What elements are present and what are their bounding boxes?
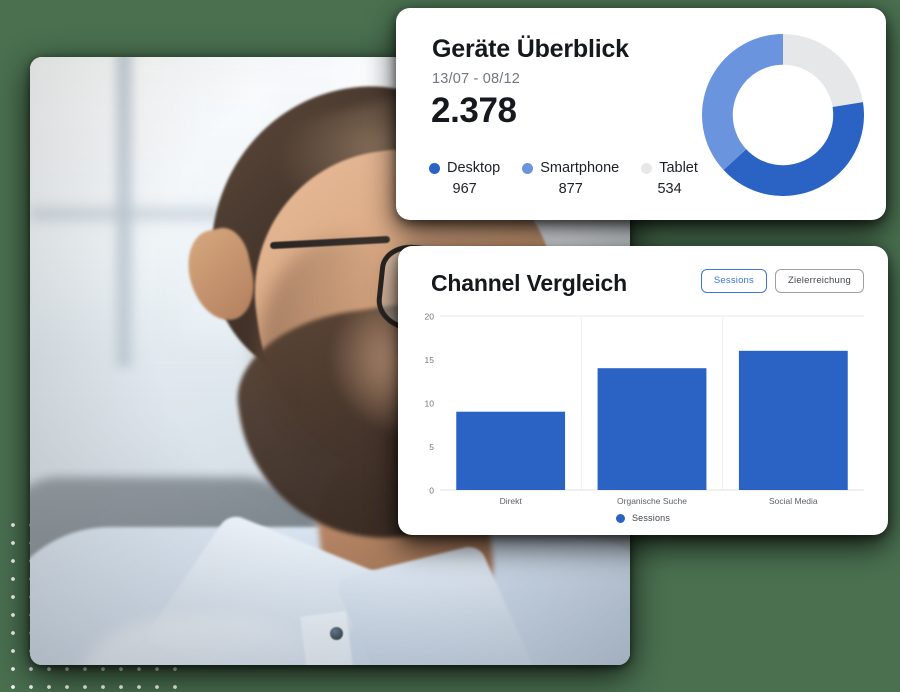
y-axis-tick-label: 10 xyxy=(425,399,435,409)
legend-dot-icon xyxy=(641,162,653,174)
sessions-toggle-button[interactable]: Sessions xyxy=(700,269,767,293)
legend-dot-icon xyxy=(429,162,440,174)
channel-chart-legend[interactable]: Sessions xyxy=(398,513,888,523)
legend-label: Tablet xyxy=(659,160,698,176)
devices-overview-card: Geräte Überblick 13/07 - 08/12 2.378 Des… xyxy=(396,8,886,220)
legend-value: 967 xyxy=(452,181,477,197)
legend-value: 534 xyxy=(657,181,682,197)
devices-donut-chart xyxy=(702,34,864,196)
channel-comparison-card: Channel Vergleich Sessions Zielerreichun… xyxy=(398,246,888,535)
x-axis-tick-label: Organische Suche xyxy=(617,496,687,506)
bar-social-media[interactable] xyxy=(738,350,848,490)
legend-item-tablet[interactable]: Tablet 534 xyxy=(641,160,698,197)
screenshot-stage: Geräte Überblick 13/07 - 08/12 2.378 Des… xyxy=(0,0,900,692)
devices-legend: Desktop 967 Smartphone 877 Tablet 534 xyxy=(429,160,698,197)
y-axis-tick-label: 5 xyxy=(429,442,434,452)
devices-date-range: 13/07 - 08/12 xyxy=(432,71,521,87)
devices-card-title: Geräte Überblick xyxy=(432,35,629,63)
y-axis-tick-label: 20 xyxy=(425,312,435,322)
channel-metric-toggle: Sessions Zielerreichung xyxy=(700,269,864,293)
legend-value: 877 xyxy=(558,181,583,197)
legend-label: Desktop xyxy=(447,160,501,176)
legend-dot-icon xyxy=(522,162,534,174)
devices-total-value: 2.378 xyxy=(431,91,517,130)
x-axis-tick-label: Direkt xyxy=(500,496,523,506)
legend-label: Sessions xyxy=(631,513,671,523)
legend-item-smartphone[interactable]: Smartphone 877 xyxy=(522,160,619,197)
donut-slice-smartphone[interactable] xyxy=(702,34,783,171)
bar-direkt[interactable] xyxy=(456,411,566,490)
legend-item-desktop[interactable]: Desktop 967 xyxy=(429,160,500,197)
channel-card-title: Channel Vergleich xyxy=(431,270,627,296)
channel-bar-chart: 0 5 10 15 20 Direkt Organische Suche Social Med… xyxy=(414,310,872,520)
bar-organische-suche[interactable] xyxy=(597,368,707,490)
legend-label: Smartphone xyxy=(540,160,620,176)
legend-dot-icon xyxy=(615,513,625,523)
zielerreichung-toggle-button[interactable]: Zielerreichung xyxy=(775,269,864,293)
y-axis-tick-label: 15 xyxy=(425,355,435,365)
donut-slice-tablet[interactable] xyxy=(783,34,863,108)
y-axis-tick-label: 0 xyxy=(429,486,434,496)
x-axis-tick-label: Social Media xyxy=(769,496,818,506)
